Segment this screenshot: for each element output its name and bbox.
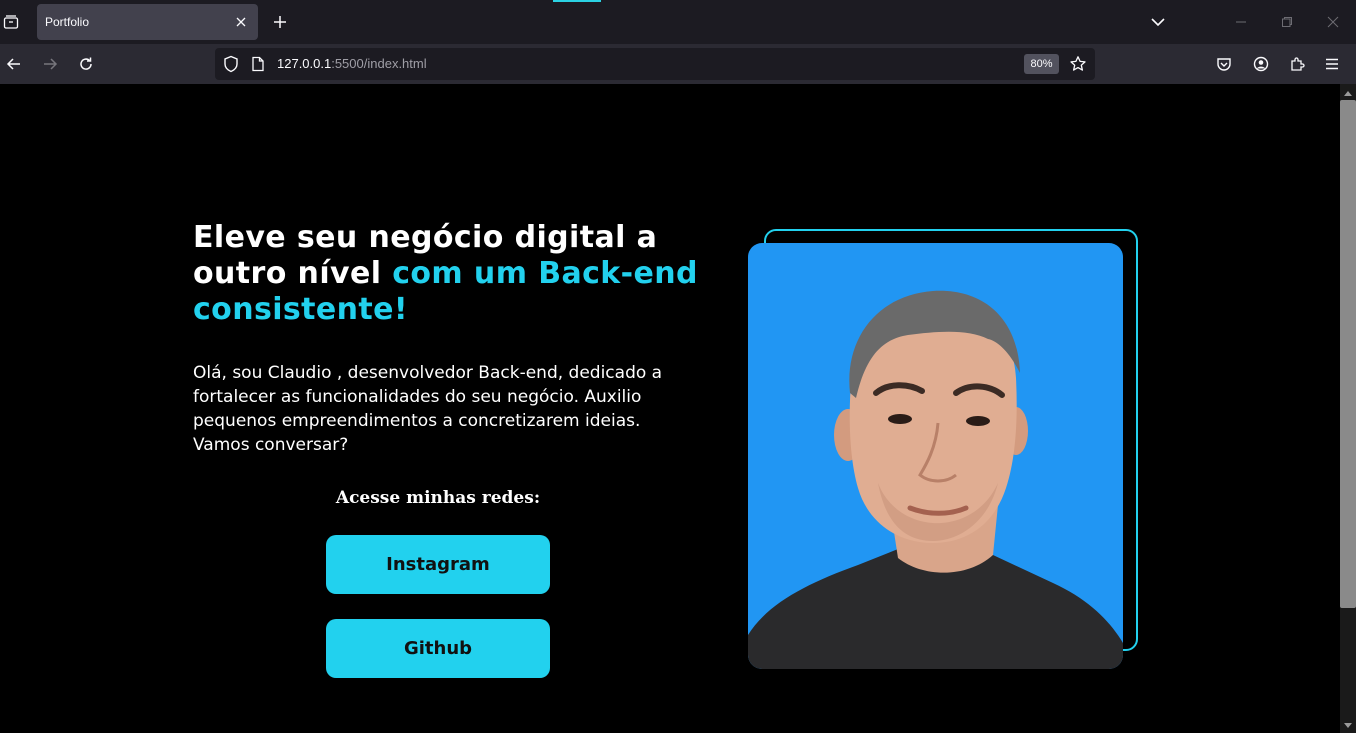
page-viewport: Eleve seu negócio digital a outro nível … (0, 84, 1356, 733)
close-tab-icon[interactable] (232, 13, 250, 31)
zoom-badge[interactable]: 80% (1024, 54, 1059, 74)
back-icon[interactable] (2, 52, 26, 76)
profile-photo (748, 243, 1123, 669)
pocket-icon[interactable] (1212, 52, 1236, 76)
scroll-up-icon[interactable] (1340, 86, 1356, 100)
new-tab-icon[interactable] (268, 10, 292, 34)
navigation-toolbar: 127.0.0.1:5500/index.html 80% (0, 44, 1356, 84)
restore-icon[interactable] (1274, 8, 1300, 36)
tab-bar: Portfolio (0, 0, 1356, 44)
intro-paragraph: Olá, sou Claudio , desenvolvedor Back-en… (193, 363, 663, 455)
menu-icon[interactable] (1320, 52, 1344, 76)
account-icon[interactable] (1249, 52, 1273, 76)
list-all-tabs-icon[interactable] (0, 10, 22, 34)
tab-bar-accent (553, 0, 601, 2)
forward-icon[interactable] (38, 52, 62, 76)
tab-portfolio[interactable]: Portfolio (37, 4, 258, 40)
page-info-icon[interactable] (251, 56, 265, 76)
minimize-icon[interactable] (1228, 8, 1254, 36)
scroll-down-icon[interactable] (1340, 719, 1356, 733)
close-window-icon[interactable] (1320, 8, 1346, 36)
social-label: Acesse minhas redes: (335, 488, 541, 508)
extensions-icon[interactable] (1285, 52, 1309, 76)
reload-icon[interactable] (74, 52, 98, 76)
url-path: :5500/index.html (331, 56, 427, 71)
github-button[interactable]: Github (326, 619, 550, 678)
instagram-button[interactable]: Instagram (326, 535, 550, 594)
portrait-illustration (748, 290, 1123, 669)
hero-headline: Eleve seu negócio digital a outro nível … (193, 220, 713, 328)
tracking-shield-icon[interactable] (223, 55, 239, 77)
url-host: 127.0.0.1 (277, 56, 332, 71)
url-text[interactable]: 127.0.0.1:5500/index.html (277, 56, 427, 72)
tab-title: Portfolio (45, 15, 90, 29)
bookmark-star-icon[interactable] (1068, 54, 1088, 74)
address-bar[interactable]: 127.0.0.1:5500/index.html 80% (215, 48, 1095, 80)
chevron-down-icon[interactable] (1147, 10, 1169, 34)
scrollbar-thumb[interactable] (1340, 100, 1356, 608)
